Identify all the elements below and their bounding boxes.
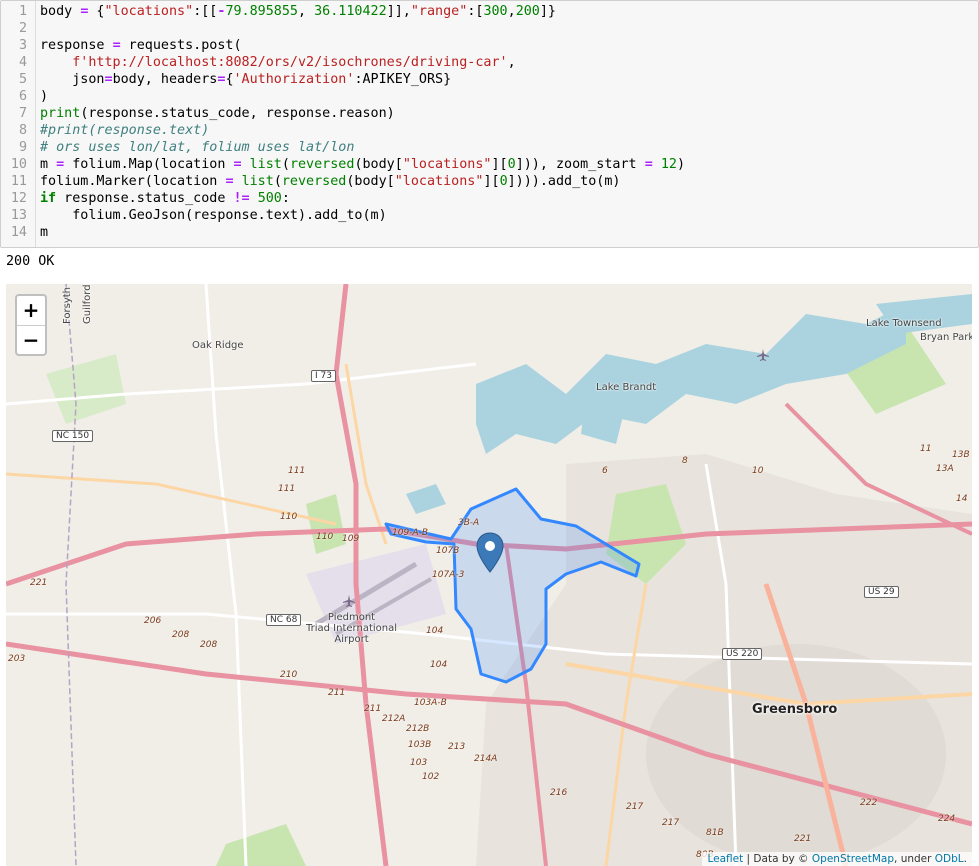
exit-label: 211	[364, 704, 382, 714]
road-shield-nc150: NC 150	[52, 430, 94, 442]
place-label-guilford-county: Guilford County	[82, 284, 93, 324]
line-number: 3	[18, 38, 27, 53]
airport-icon	[757, 349, 769, 361]
exit-label: 107A-3	[432, 570, 465, 580]
exit-label: 222	[860, 798, 878, 808]
exit-label: 109	[342, 534, 360, 544]
airport-icon	[343, 595, 355, 607]
exit-label: 13B	[952, 450, 970, 460]
exit-label: 203	[8, 654, 26, 664]
exit-label: 217	[662, 818, 680, 828]
exit-label: 208	[172, 630, 190, 640]
road-shield-i73: I 73	[311, 370, 336, 382]
exit-label: 81B	[706, 828, 724, 838]
code-line-1[interactable]: body = {"locations":[[-79.895855, 36.110…	[40, 3, 556, 20]
place-label-bryan-park: Bryan Park	[920, 332, 972, 343]
code-line-6[interactable]: )	[40, 88, 48, 105]
code-line-9[interactable]: # ors uses lon/lat, folium uses lat/lon	[40, 139, 354, 156]
cell-output: 200 OK	[6, 254, 55, 269]
exit-label: 212B	[406, 724, 430, 734]
exit-label: 111	[278, 484, 296, 494]
line-number: 10	[10, 157, 27, 172]
road-shield-us220: US 220	[722, 648, 763, 660]
openstreetmap-link[interactable]: OpenStreetMap	[812, 853, 894, 865]
line-number: 2	[18, 21, 27, 36]
exit-label: 13A	[936, 464, 954, 474]
exit-label: 221	[30, 578, 48, 588]
exit-label: 11	[920, 444, 932, 454]
place-label-greensboro: Greensboro	[752, 702, 838, 717]
exit-label: 206	[144, 616, 162, 626]
map-attribution: Leaflet | Data by © OpenStreetMap, under…	[702, 852, 972, 866]
code-line-11[interactable]: folium.Marker(location = list(reversed(b…	[40, 173, 621, 190]
place-label-airport: Piedmont Triad International Airport	[306, 612, 398, 645]
zoom-control: + −	[15, 294, 47, 356]
exit-label: 10	[752, 466, 764, 476]
code-line-3[interactable]: response = requests.post(	[40, 37, 242, 54]
exit-label: 210	[280, 670, 298, 680]
exit-label: 214A	[474, 754, 498, 764]
line-number-gutter: 1 2 3 4 5 6 7 8 9 10 11 12 13 14	[1, 1, 36, 247]
exit-label: 103	[410, 758, 428, 768]
exit-label: 6	[602, 466, 608, 476]
code-line-4[interactable]: f'http://localhost:8082/ors/v2/isochrone…	[40, 54, 515, 71]
road-shield-us29: US 29	[864, 586, 899, 598]
place-label-lake-brandt: Lake Brandt	[596, 382, 657, 393]
exit-label: 213	[448, 742, 466, 752]
line-number: 11	[10, 174, 27, 189]
exit-label: 104	[430, 660, 448, 670]
code-cell[interactable]: 1 2 3 4 5 6 7 8 9 10 11 12 13 14 body = …	[0, 0, 979, 248]
exit-label: 107B	[436, 546, 460, 556]
exit-label: 3B-A	[458, 518, 480, 528]
odbl-link[interactable]: ODbL	[935, 853, 964, 865]
exit-label: 103A-B	[414, 698, 447, 708]
exit-label: 104	[426, 626, 444, 636]
exit-label: 216	[550, 788, 568, 798]
code-line-8[interactable]: #print(response.text)	[40, 122, 209, 139]
exit-label: 217	[626, 802, 644, 812]
line-number: 12	[10, 191, 27, 206]
leaflet-link[interactable]: Leaflet	[707, 853, 743, 865]
code-line-12[interactable]: if response.status_code != 500:	[40, 190, 290, 207]
exit-label: 14	[956, 494, 968, 504]
map-container[interactable]: Greensboro Oak Ridge Lake Brandt Lake To…	[6, 284, 972, 866]
code-line-7[interactable]: print(response.status_code, response.rea…	[40, 105, 395, 122]
zoom-in-button[interactable]: +	[17, 296, 45, 326]
exit-label: 221	[794, 834, 812, 844]
code-line-14[interactable]: m	[40, 224, 48, 241]
line-number: 1	[18, 4, 27, 19]
place-label-forsyth: Forsyth	[62, 286, 73, 324]
exit-label: 102	[422, 772, 440, 782]
code-line-10[interactable]: m = folium.Map(location = list(reversed(…	[40, 156, 685, 173]
map-tiles[interactable]	[6, 284, 972, 866]
exit-label: 111	[288, 466, 306, 476]
exit-label: 110	[316, 532, 334, 542]
line-number: 7	[18, 106, 27, 121]
exit-label: 8	[682, 456, 688, 466]
exit-label: 110	[280, 512, 298, 522]
exit-label: 109-A-B	[392, 528, 429, 538]
line-number: 4	[18, 55, 27, 70]
line-number: 13	[10, 208, 27, 223]
place-label-lake-townsend: Lake Townsend	[866, 318, 942, 329]
zoom-out-button[interactable]: −	[17, 326, 45, 355]
code-line-5[interactable]: json=body, headers={'Authorization':APIK…	[40, 71, 451, 88]
place-label-oak-ridge: Oak Ridge	[192, 340, 244, 351]
line-number: 9	[18, 140, 27, 155]
line-number: 14	[10, 225, 27, 240]
exit-label: 224	[938, 814, 956, 824]
exit-label: 103B	[408, 740, 432, 750]
location-marker-icon[interactable]	[476, 532, 504, 574]
exit-label: 212A	[382, 714, 406, 724]
road-shield-nc68: NC 68	[266, 614, 302, 626]
code-line-13[interactable]: folium.GeoJson(response.text).add_to(m)	[40, 207, 386, 224]
line-number: 5	[18, 72, 27, 87]
line-number: 8	[18, 123, 27, 138]
line-number: 6	[18, 89, 27, 104]
exit-label: 208	[200, 640, 218, 650]
exit-label: 211	[328, 688, 346, 698]
